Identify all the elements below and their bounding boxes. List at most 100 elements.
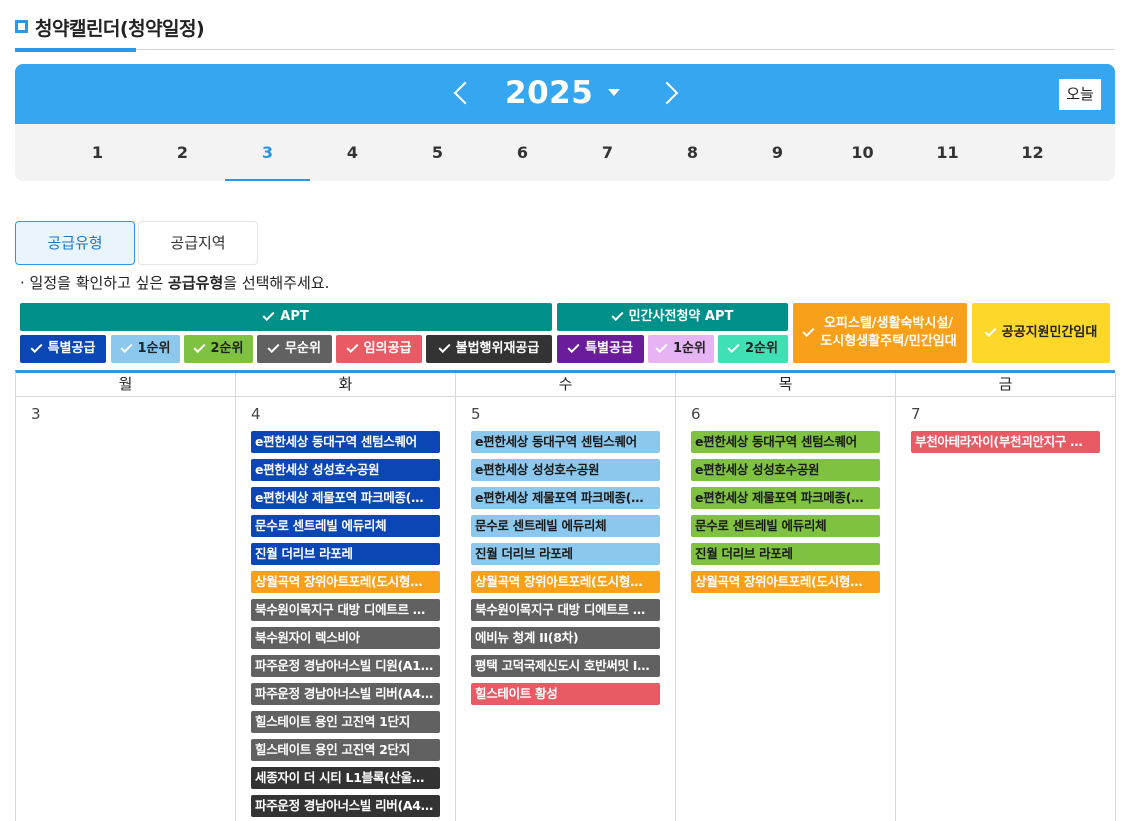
filter-private-pre-apt[interactable]: 민간사전청약 APT	[557, 303, 788, 331]
filter-apt-unranked-label: 무순위	[285, 341, 321, 357]
filter-pre-second[interactable]: 2순위	[718, 335, 788, 363]
calendar-event[interactable]: 북수원이목지구 대방 디에트르 …	[251, 599, 440, 621]
day-cell: 6 e편한세상 동대구역 센텀스퀘어 e편한세상 성성호수공원 e편한세상 제물포역 …	[676, 397, 896, 821]
calendar-event[interactable]: 힐스테이트 용인 고진역 1단지	[251, 711, 440, 733]
month-tab-7[interactable]: 7	[565, 124, 650, 181]
filter-apt-special-label: 특별공급	[47, 341, 96, 357]
day-number: 5	[471, 405, 481, 423]
check-icon	[611, 308, 624, 322]
month-tab-3[interactable]: 3	[225, 124, 310, 181]
previous-year-chevron-icon[interactable]	[449, 79, 473, 109]
calendar-event[interactable]: 상월곡역 장위아트포레(도시형…	[691, 571, 880, 593]
today-button[interactable]: 오늘	[1059, 79, 1101, 110]
month-tab-9[interactable]: 9	[735, 124, 820, 181]
filter-apt-label: APT	[280, 309, 309, 325]
calendar-event[interactable]: 진월 더리브 라포레	[251, 543, 440, 565]
month-tab-2[interactable]: 2	[140, 124, 225, 181]
calendar-event[interactable]: 에비뉴 청계 II(8차)	[471, 627, 660, 649]
calendar-event[interactable]: e편한세상 동대구역 센텀스퀘어	[691, 431, 880, 453]
calendar-event[interactable]: e편한세상 제물포역 파크메종(…	[691, 487, 880, 509]
month-tab-11[interactable]: 11	[905, 124, 990, 181]
check-icon	[727, 340, 740, 354]
filter-public-support[interactable]: 공공지원민간임대	[972, 303, 1110, 363]
tab-supply-type[interactable]: 공급유형	[15, 221, 135, 265]
calendar-event[interactable]: e편한세상 성성호수공원	[251, 459, 440, 481]
calendar-event[interactable]: 진월 더리브 라포레	[471, 543, 660, 565]
instruction-suffix: 을 선택해주세요.	[223, 274, 330, 292]
calendar-event[interactable]: 부천아테라자이(부천괴안지구 …	[911, 431, 1100, 453]
calendar-event[interactable]: 북수원이목지구 대방 디에트르 …	[471, 599, 660, 621]
filter-apt-arbitrary[interactable]: 임의공급	[336, 335, 422, 363]
month-tab-1[interactable]: 1	[55, 124, 140, 181]
filter-apt[interactable]: APT	[20, 303, 552, 331]
month-tab-10[interactable]: 10	[820, 124, 905, 181]
month-tab-4[interactable]: 4	[310, 124, 395, 181]
filter-apt-illegal-label: 불법행위재공급	[455, 341, 540, 357]
year-dropdown-caret-icon[interactable]	[608, 89, 620, 96]
calendar-event[interactable]: 상월곡역 장위아트포레(도시형…	[251, 571, 440, 593]
day-number: 3	[31, 405, 41, 423]
calendar-event[interactable]: 파주운정 경남아너스빌 디원(A1…	[251, 655, 440, 677]
month-tab-8[interactable]: 8	[650, 124, 735, 181]
weekday-header: 월	[16, 373, 236, 397]
filter-pre-first[interactable]: 1순위	[648, 335, 714, 363]
calendar-event[interactable]: 파주운정 경남아너스빌 리버(A4…	[251, 683, 440, 705]
calendar-event[interactable]: e편한세상 성성호수공원	[691, 459, 880, 481]
weekday-header: 수	[456, 373, 676, 397]
calendar-event[interactable]: 문수로 센트레빌 에듀리체	[691, 515, 880, 537]
next-year-chevron-icon[interactable]	[657, 79, 681, 109]
day-cell: 5 e편한세상 동대구역 센텀스퀘어 e편한세상 성성호수공원 e편한세상 제물포역 …	[456, 397, 676, 821]
check-icon	[30, 340, 43, 354]
year-navigation-bar: 2025 오늘	[15, 64, 1115, 124]
calendar-event[interactable]: e편한세상 동대구역 센텀스퀘어	[251, 431, 440, 453]
calendar-event[interactable]: e편한세상 제물포역 파크메종(…	[251, 487, 440, 509]
filter-pre-first-label: 1순위	[673, 341, 706, 357]
calendar-event[interactable]: 힐스테이트 황성	[471, 683, 660, 705]
filter-apt-special[interactable]: 특별공급	[20, 335, 106, 363]
filter-pre-special-label: 특별공급	[585, 341, 633, 357]
weekday-header: 금	[896, 373, 1116, 397]
calendar-event[interactable]: 진월 더리브 라포레	[691, 543, 880, 565]
title-square-icon	[15, 20, 28, 33]
day-number: 7	[911, 405, 921, 423]
month-tab-12[interactable]: 12	[990, 124, 1075, 181]
calendar-event[interactable]: e편한세상 동대구역 센텀스퀘어	[471, 431, 660, 453]
day-cell: 7 부천아테라자이(부천괴안지구 …	[896, 397, 1116, 821]
weekday-header: 화	[236, 373, 456, 397]
calendar-grid: 월 화 수 목 금 3 4 e편한세상 동대구역 센텀스퀘어 e편한세상 성성호수공원 e편한세상…	[15, 370, 1116, 821]
calendar-event[interactable]: 힐스테이트 용인 고진역 2단지	[251, 739, 440, 761]
filter-apt-arbitrary-label: 임의공급	[363, 341, 412, 357]
calendar-event[interactable]: e편한세상 성성호수공원	[471, 459, 660, 481]
month-tab-5[interactable]: 5	[395, 124, 480, 181]
check-icon	[262, 308, 275, 322]
month-tab-6[interactable]: 6	[480, 124, 565, 181]
day-cell: 3	[16, 397, 236, 821]
calendar-event[interactable]: 문수로 센트레빌 에듀리체	[471, 515, 660, 537]
calendar-event[interactable]: 상월곡역 장위아트포레(도시형…	[471, 571, 660, 593]
filter-apt-unranked[interactable]: 무순위	[257, 335, 332, 363]
calendar-event[interactable]: 파주운정 경남아너스빌 리버(A4…	[251, 795, 440, 817]
filter-apt-first-label: 1순위	[137, 341, 171, 357]
tab-supply-region[interactable]: 공급지역	[138, 221, 258, 265]
filter-apt-illegal[interactable]: 불법행위재공급	[426, 335, 552, 363]
title-underline	[15, 48, 136, 52]
calendar-event[interactable]: e편한세상 제물포역 파크메종(…	[471, 487, 660, 509]
check-icon	[193, 340, 206, 354]
year-label[interactable]: 2025	[505, 75, 593, 111]
day-cell: 4 e편한세상 동대구역 센텀스퀘어 e편한세상 성성호수공원 e편한세상 제물포역 …	[236, 397, 456, 821]
page-header: 청약캘린더(청약일정)	[15, 10, 1115, 52]
filter-apt-second[interactable]: 2순위	[184, 335, 253, 363]
check-icon	[802, 324, 815, 338]
calendar-event[interactable]: 북수원자이 렉스비아	[251, 627, 440, 649]
filter-apt-first[interactable]: 1순위	[111, 335, 180, 363]
calendar-event[interactable]: 세종자이 더 시티 L1블록(산울…	[251, 767, 440, 789]
filter-pre-special[interactable]: 특별공급	[557, 335, 644, 363]
filter-pre-second-label: 2순위	[745, 341, 778, 357]
weekday-header: 목	[676, 373, 896, 397]
filter-officetel[interactable]: 오피스텔/생활숙박시설/ 도시형생활주택/민간임대	[793, 303, 967, 363]
calendar-event[interactable]: 문수로 센트레빌 에듀리체	[251, 515, 440, 537]
day-number: 4	[251, 405, 261, 423]
instruction-text: · 일정을 확인하고 싶은 공급유형을 선택해주세요.	[20, 272, 329, 293]
check-icon	[267, 340, 280, 354]
calendar-event[interactable]: 평택 고덕국제신도시 호반써밋 I…	[471, 655, 660, 677]
